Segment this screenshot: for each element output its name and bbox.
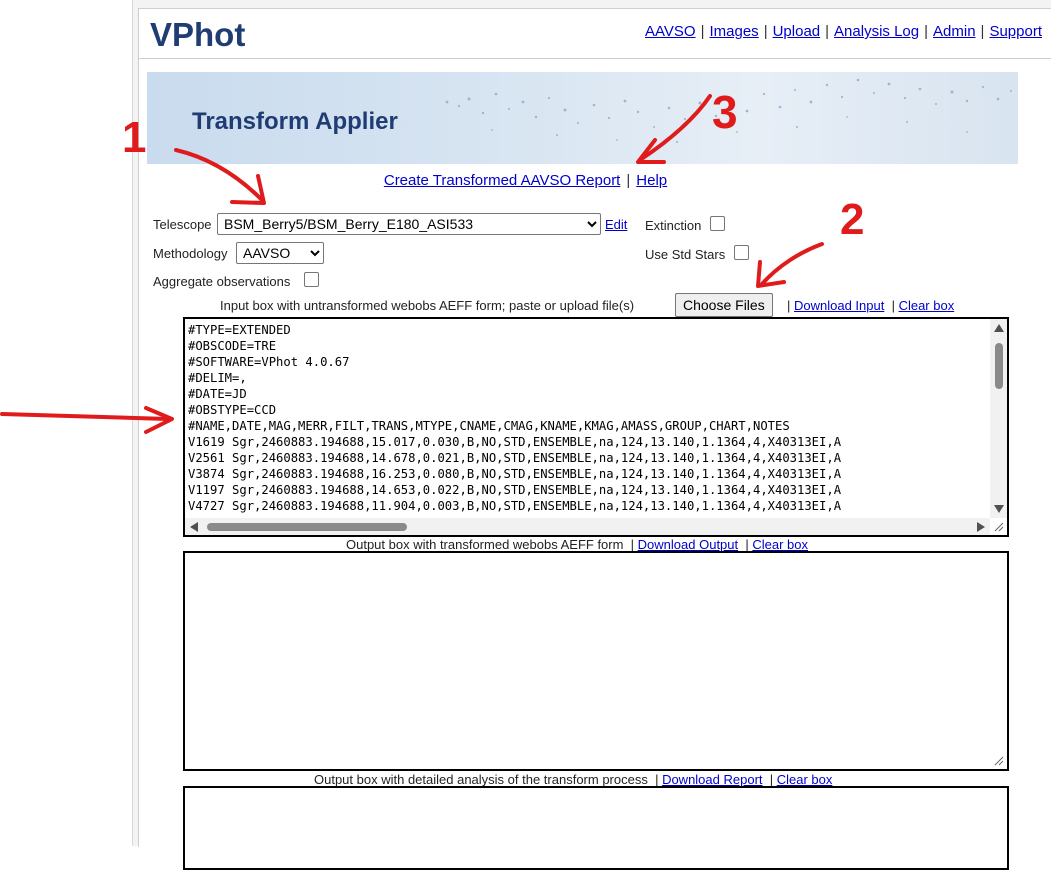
page-title: Transform Applier xyxy=(192,108,398,135)
edit-telescope-link[interactable]: Edit xyxy=(605,217,627,232)
input-line: #TYPE=EXTENDED xyxy=(188,323,291,337)
use-std-stars-label: Use Std Stars xyxy=(645,247,726,262)
input-line: V1619 Sgr,2460883.194688,15.017,0.030,B,… xyxy=(188,435,842,449)
clear-input-link[interactable]: Clear box xyxy=(899,298,955,313)
extinction-label: Extinction xyxy=(645,218,702,233)
left-gutter xyxy=(0,0,133,846)
vphot-logo[interactable]: VPhot xyxy=(150,16,245,54)
report-textarea[interactable] xyxy=(183,786,1009,870)
input-line: #NAME,DATE,MAG,MERR,FILT,TRANS,MTYPE,CNA… xyxy=(188,419,790,433)
create-transformed-report-link[interactable]: Create Transformed AAVSO Report xyxy=(384,172,621,189)
input-line: #OBSTYPE=CCD xyxy=(188,403,277,417)
input-textarea[interactable]: #TYPE=EXTENDED #OBSCODE=TRE #SOFTWARE=VPho… xyxy=(183,317,1009,537)
top-navigation: AAVSO | Images | Upload | Analysis Log | Admin | S… xyxy=(645,23,1042,40)
input-actions: | Download Input | Clear box xyxy=(787,298,955,313)
input-line: V4727 Sgr,2460883.194688,11.904,0.003,B,… xyxy=(188,499,842,513)
help-link[interactable]: Help xyxy=(636,172,667,189)
methodology-label: Methodology xyxy=(153,246,228,261)
telescope-label: Telescope xyxy=(153,217,212,232)
center-links: Create Transformed AAVSO Report | Help xyxy=(383,172,668,189)
header-divider xyxy=(138,58,1051,59)
input-vertical-scrollbar[interactable] xyxy=(990,319,1007,518)
vertical-scroll-thumb[interactable] xyxy=(995,343,1003,389)
download-input-link[interactable]: Download Input xyxy=(794,298,884,313)
download-report-link[interactable]: Download Report xyxy=(662,772,762,787)
input-line: #DATE=JD xyxy=(188,387,247,401)
report-box-label: Output box with detailed analysis of the… xyxy=(314,772,648,787)
scroll-right-arrow-icon[interactable] xyxy=(977,522,985,532)
input-horizontal-scrollbar[interactable] xyxy=(185,518,990,535)
resize-grip-icon[interactable] xyxy=(994,522,1004,532)
download-output-link[interactable]: Download Output xyxy=(638,537,738,552)
output-box-label: Output box with transformed webobs AEFF … xyxy=(346,537,624,552)
output-textarea[interactable] xyxy=(183,551,1009,771)
input-textarea-content: #TYPE=EXTENDED #OBSCODE=TRE #SOFTWARE=VPho… xyxy=(188,322,989,517)
output-bar: Output box with transformed webobs AEFF … xyxy=(346,537,808,552)
scroll-up-arrow-icon[interactable] xyxy=(994,324,1004,332)
telescope-select[interactable]: BSM_Berry5/BSM_Berry_E180_ASI533 xyxy=(217,213,601,235)
use-std-stars-checkbox[interactable] xyxy=(734,245,749,260)
nav-admin[interactable]: Admin xyxy=(933,23,976,40)
transform-applier-banner: Transform Applier xyxy=(147,72,1018,164)
input-box-label: Input box with untransformed webobs AEFF… xyxy=(220,298,635,313)
methodology-select[interactable]: AAVSO xyxy=(236,242,324,264)
input-line: V1197 Sgr,2460883.194688,14.653,0.022,B,… xyxy=(188,483,842,497)
nav-upload[interactable]: Upload xyxy=(773,23,821,40)
clear-output-link[interactable]: Clear box xyxy=(752,537,808,552)
input-line: V2561 Sgr,2460883.194688,14.678,0.021,B,… xyxy=(188,451,842,465)
input-line: #DELIM=, xyxy=(188,371,247,385)
nav-support[interactable]: Support xyxy=(989,23,1042,40)
nav-analysis-log[interactable]: Analysis Log xyxy=(834,23,919,40)
input-line: #SOFTWARE=VPhot 4.0.67 xyxy=(188,355,350,369)
input-line: V3874 Sgr,2460883.194688,16.253,0.080,B,… xyxy=(188,467,842,481)
nav-aavso[interactable]: AAVSO xyxy=(645,23,696,40)
resize-corner[interactable] xyxy=(990,518,1007,535)
horizontal-scroll-thumb[interactable] xyxy=(207,523,407,531)
input-line: #OBSCODE=TRE xyxy=(188,339,277,353)
nav-images[interactable]: Images xyxy=(709,23,758,40)
report-bar: Output box with detailed analysis of the… xyxy=(314,772,833,787)
extinction-checkbox[interactable] xyxy=(710,216,725,231)
clear-report-link[interactable]: Clear box xyxy=(777,772,833,787)
aggregate-observations-checkbox[interactable] xyxy=(304,272,319,287)
choose-files-button[interactable]: Choose Files xyxy=(675,293,773,317)
scroll-left-arrow-icon[interactable] xyxy=(190,522,198,532)
aggregate-observations-label: Aggregate observations xyxy=(153,274,291,289)
scroll-down-arrow-icon[interactable] xyxy=(994,505,1004,513)
resize-grip-icon[interactable] xyxy=(994,756,1004,766)
